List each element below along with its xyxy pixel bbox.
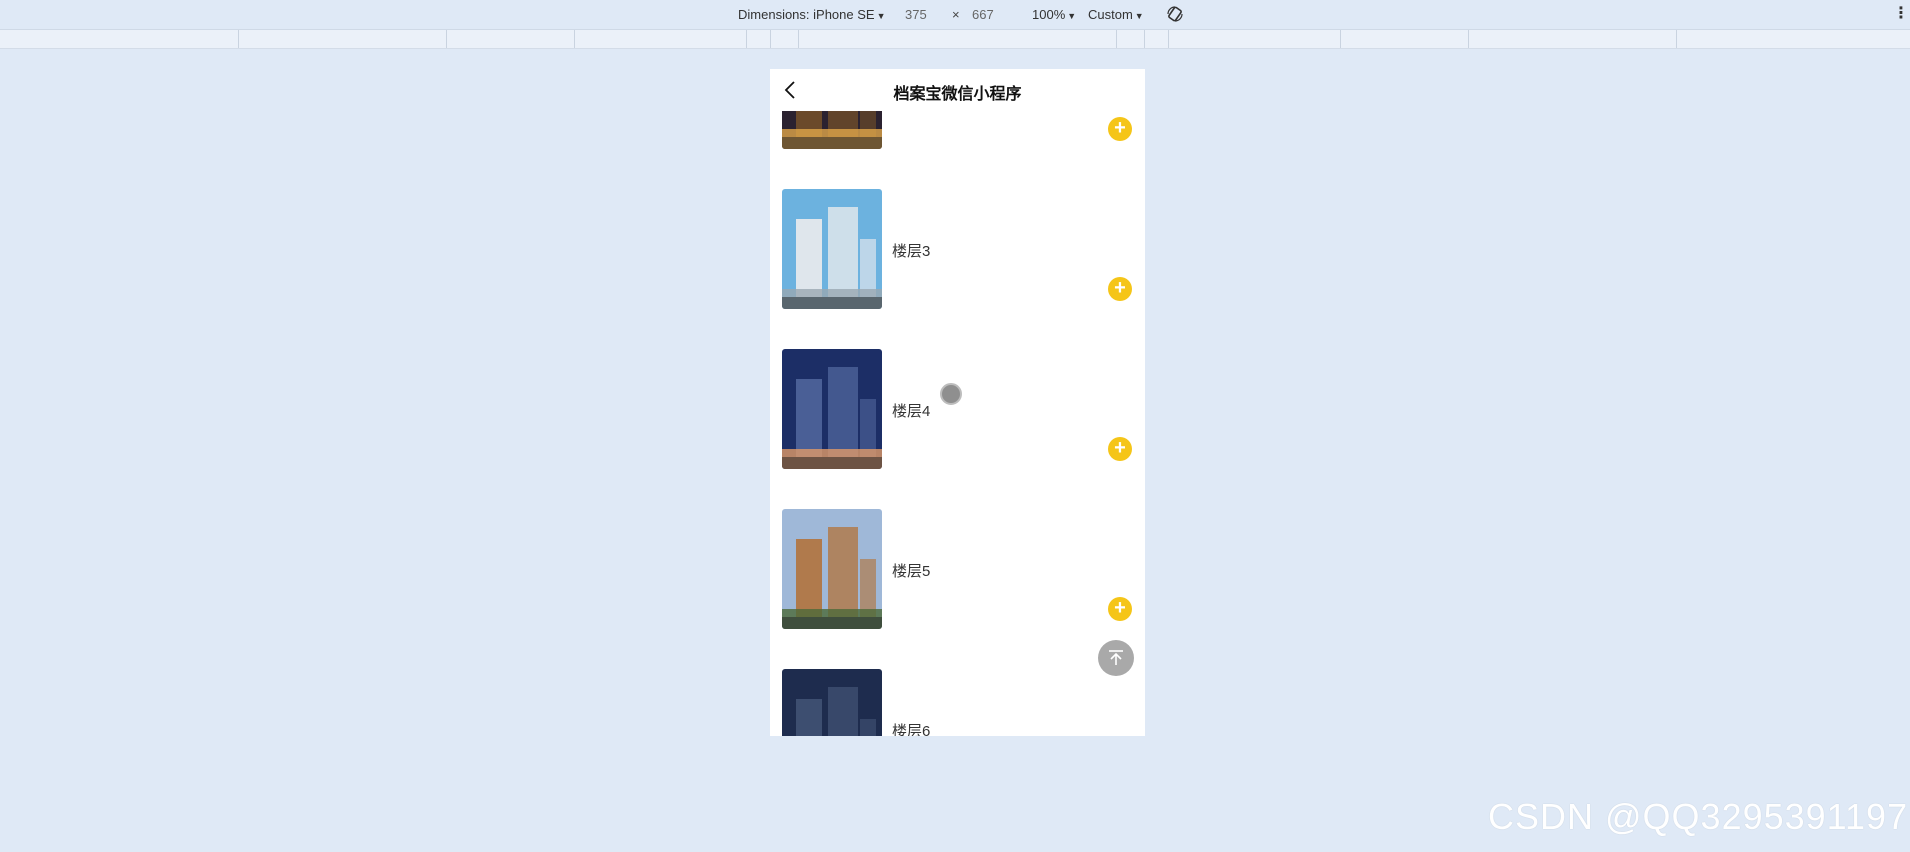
plus-icon[interactable]: +	[1108, 277, 1132, 301]
media-query-ruler	[0, 30, 1910, 49]
floor-list-item[interactable]: 楼层4 +	[770, 349, 1145, 469]
floor-list-item[interactable]: 楼层3 +	[770, 189, 1145, 309]
caret-down-icon: ▼	[1134, 11, 1144, 21]
floor-thumbnail	[782, 669, 882, 736]
page-title: 档案宝微信小程序	[893, 86, 1022, 103]
throttle-label: Custom	[1088, 7, 1133, 22]
zoom-select[interactable]: 100% ▼	[1032, 7, 1076, 22]
rotate-icon[interactable]	[1166, 5, 1184, 23]
floor-label: 楼层5	[892, 563, 931, 580]
width-input[interactable]: 375	[905, 7, 927, 22]
devtools-toolbar: Dimensions: iPhone SE ▼ 375 × 667 100% ▼ C…	[0, 0, 1910, 30]
caret-down-icon: ▼	[1067, 11, 1077, 21]
floor-label: 楼层4	[892, 403, 931, 420]
height-input[interactable]: 667	[972, 7, 994, 22]
nav-bar: 档案宝微信小程序	[770, 69, 1145, 111]
kebab-icon[interactable]: ⋮	[1893, 5, 1909, 23]
plus-icon[interactable]: +	[1108, 437, 1132, 461]
floor-list-item[interactable]: 楼层5 +	[770, 509, 1145, 629]
caret-down-icon: ▼	[876, 11, 886, 21]
floor-list-item[interactable]: 楼层6	[770, 669, 1145, 736]
times-sign: ×	[952, 7, 960, 22]
touch-cursor	[940, 383, 962, 405]
arrow-up-to-top-icon	[1109, 650, 1123, 665]
device-label: Dimensions: iPhone SE	[738, 7, 875, 22]
zoom-label: 100%	[1032, 7, 1066, 22]
device-select[interactable]: Dimensions: iPhone SE ▼	[738, 7, 886, 22]
floor-thumbnail	[782, 189, 882, 309]
scroll-top-button[interactable]	[1098, 640, 1134, 676]
watermark: CSDN @QQ3295391197	[1488, 796, 1909, 837]
plus-icon[interactable]: +	[1108, 597, 1132, 621]
floor-label: 楼层6	[892, 723, 931, 736]
throttle-select[interactable]: Custom ▼	[1088, 7, 1144, 22]
plus-icon[interactable]: +	[1108, 117, 1132, 141]
floor-thumbnail	[782, 509, 882, 629]
floor-label: 楼层3	[892, 243, 931, 260]
floor-thumbnail	[782, 349, 882, 469]
